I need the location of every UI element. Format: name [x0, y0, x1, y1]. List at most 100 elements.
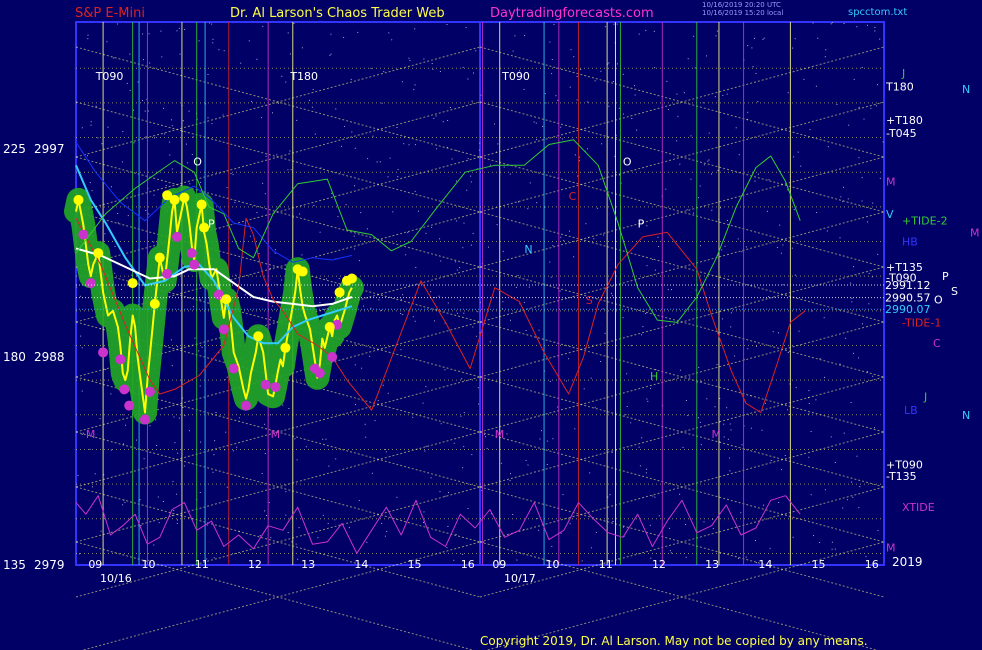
star-dot — [126, 82, 128, 84]
star-dot — [477, 311, 479, 313]
star-dot — [149, 425, 151, 427]
star-dot — [510, 319, 511, 321]
star-dot — [465, 27, 467, 29]
star-dot — [679, 369, 681, 371]
star-dot — [198, 40, 200, 42]
star-dot — [462, 467, 464, 469]
star-dot — [377, 400, 379, 402]
star-dot — [384, 449, 386, 451]
star-dot — [188, 430, 190, 432]
star-dot — [223, 50, 225, 52]
star-dot — [442, 121, 444, 123]
star-dot — [768, 296, 770, 298]
star-dot — [484, 433, 486, 435]
chart-annotation-label: T180 — [289, 70, 318, 83]
star-dot — [800, 165, 802, 167]
star-dot — [489, 341, 491, 343]
star-dot — [724, 245, 726, 247]
star-dot — [852, 496, 854, 498]
star-dot — [177, 452, 179, 454]
star-dot — [423, 521, 424, 523]
star-dot — [440, 423, 442, 425]
star-dot — [685, 524, 687, 525]
x-axis-year-label: 2019 — [892, 555, 923, 569]
star-dot — [594, 406, 596, 408]
star-dot — [360, 212, 362, 214]
star-dot — [274, 249, 276, 251]
star-dot — [372, 135, 374, 137]
star-dot — [461, 378, 463, 380]
star-dot — [576, 76, 578, 77]
star-dot — [285, 514, 287, 516]
star-dot — [812, 22, 814, 24]
star-dot — [189, 183, 191, 185]
chart-annotation-label: M — [86, 428, 96, 441]
star-dot — [590, 377, 592, 379]
star-dot — [479, 142, 481, 144]
star-dot — [613, 23, 615, 25]
star-dot — [402, 314, 404, 316]
star-dot — [476, 335, 478, 337]
star-dot — [89, 182, 91, 184]
star-dot — [754, 180, 756, 182]
title-url[interactable]: Daytradingforecasts.com — [490, 6, 654, 21]
star-dot — [609, 494, 611, 496]
star-dot — [646, 468, 648, 470]
star-dot — [455, 261, 457, 263]
low-dot — [98, 347, 109, 358]
star-dot — [847, 198, 849, 200]
right-margin-label: M — [886, 542, 896, 555]
star-dot — [430, 477, 432, 479]
star-dot — [381, 309, 382, 311]
star-dot — [536, 202, 538, 204]
star-dot — [502, 301, 504, 303]
star-dot — [683, 92, 685, 94]
high-dot — [179, 192, 190, 203]
star-dot — [176, 30, 178, 32]
star-dot — [142, 100, 143, 102]
star-dot — [480, 94, 482, 96]
star-dot — [110, 449, 112, 451]
y-axis-angle-label: 135 — [3, 558, 26, 572]
star-dot — [232, 174, 234, 176]
star-dot — [456, 312, 458, 314]
star-dot — [80, 335, 82, 337]
star-dot — [693, 212, 694, 214]
star-dot — [585, 223, 587, 225]
star-dot — [657, 236, 659, 238]
data-file-name: spcctom.txt — [848, 7, 907, 18]
star-dot — [690, 178, 692, 180]
star-dot — [470, 244, 472, 246]
star-dot — [630, 422, 632, 424]
star-dot — [354, 147, 356, 149]
chart-annotation-label: O — [193, 155, 202, 168]
star-dot — [262, 182, 264, 184]
star-dot — [182, 406, 184, 408]
star-dot — [853, 266, 854, 268]
star-dot — [711, 209, 713, 211]
star-dot — [125, 424, 126, 426]
star-dot — [413, 89, 415, 91]
star-dot — [225, 431, 227, 433]
star-dot — [408, 144, 410, 146]
star-dot — [178, 27, 180, 29]
star-dot — [562, 494, 564, 496]
star-dot — [467, 158, 469, 160]
star-dot — [296, 459, 298, 461]
star-dot — [679, 163, 681, 165]
star-dot — [317, 537, 319, 539]
star-dot — [201, 346, 203, 348]
star-dot — [214, 440, 216, 442]
star-dot — [366, 541, 368, 543]
star-dot — [834, 548, 836, 550]
star-dot — [793, 156, 795, 158]
star-dot — [268, 502, 270, 504]
star-dot — [489, 164, 491, 166]
star-dot — [185, 143, 187, 145]
star-dot — [668, 527, 670, 529]
high-dot — [221, 294, 232, 305]
star-dot — [209, 22, 210, 24]
star-dot — [282, 404, 284, 406]
star-dot — [178, 417, 180, 419]
star-dot — [616, 23, 618, 25]
